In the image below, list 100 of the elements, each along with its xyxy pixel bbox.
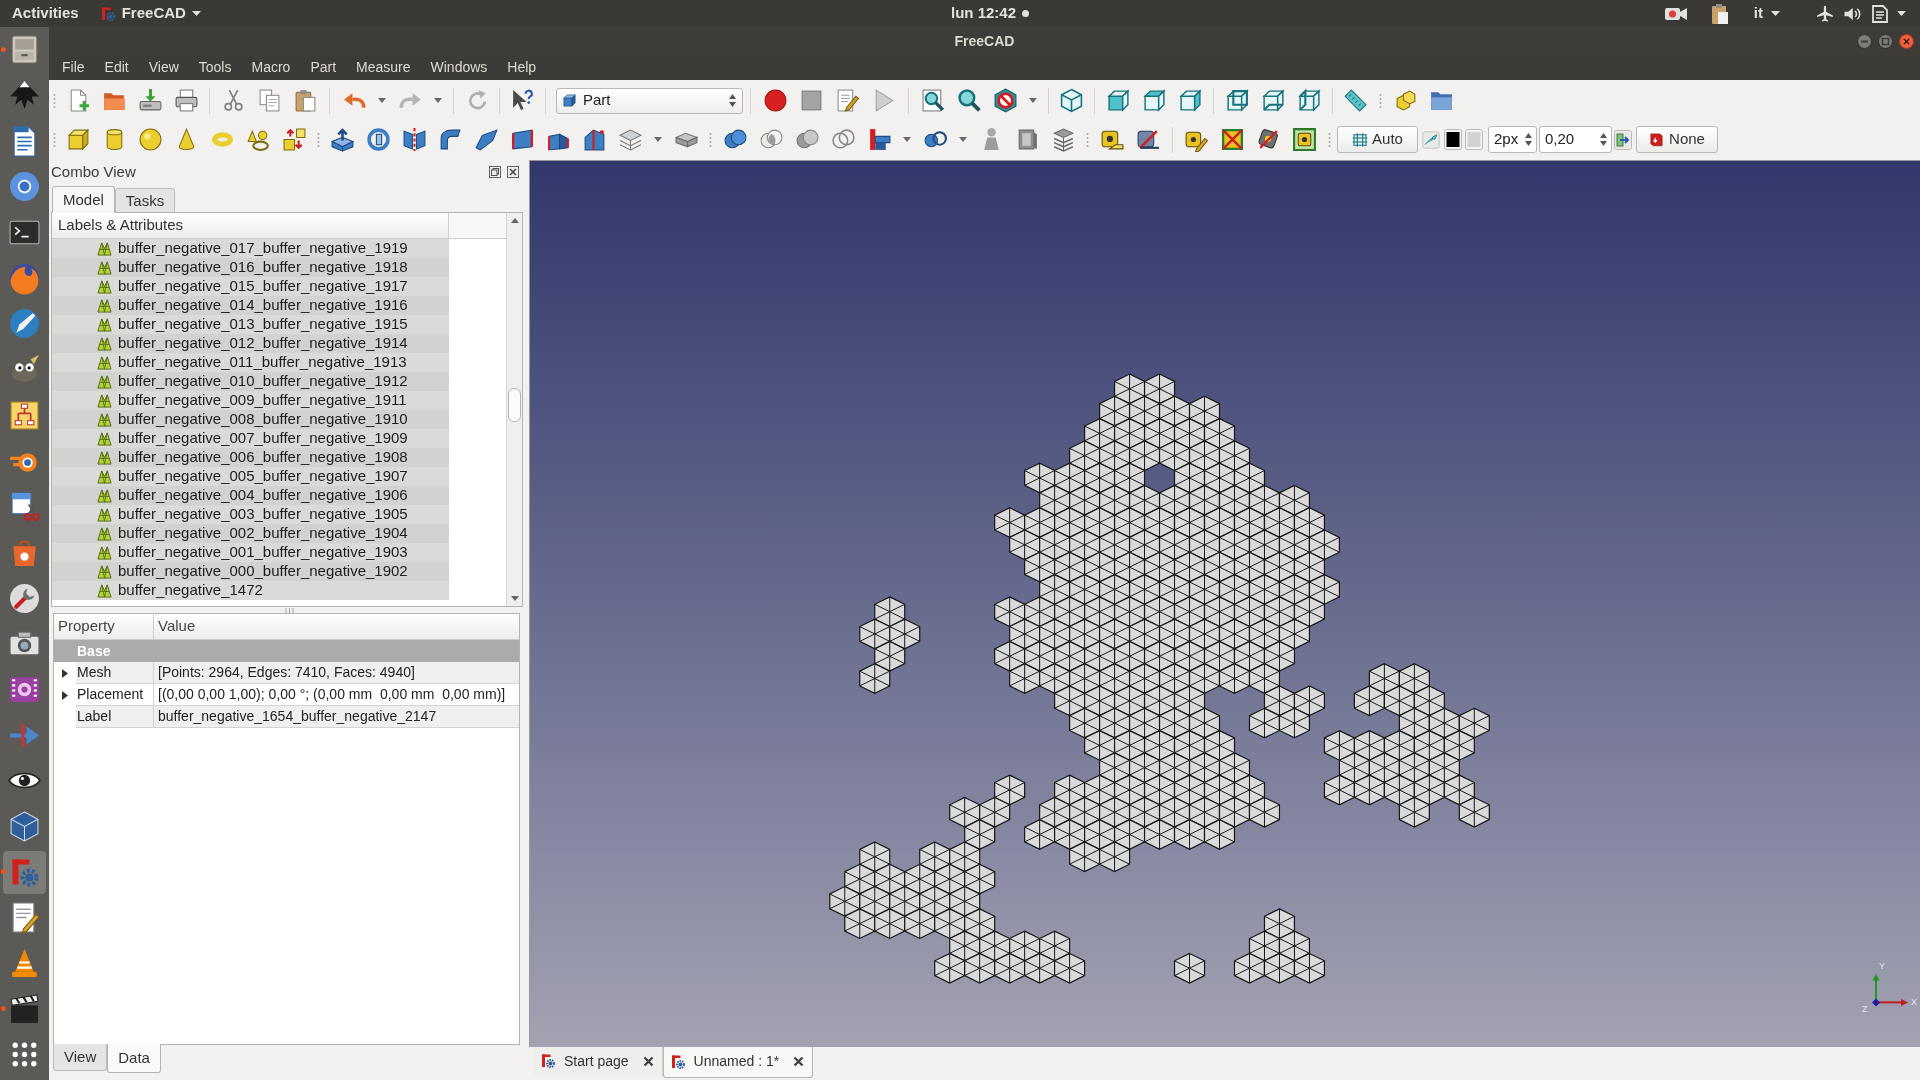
view-cube-icon[interactable] — [1105, 88, 1131, 113]
slanted-sheet-icon[interactable] — [473, 127, 499, 152]
caret-icon[interactable] — [378, 98, 386, 103]
tab[interactable]: View — [53, 1044, 108, 1071]
document-scissors-icon[interactable] — [8, 490, 41, 524]
maximize-icon[interactable] — [1878, 33, 1893, 49]
toolbar-grip[interactable] — [53, 93, 56, 108]
tree-item[interactable]: buffer_negative_000_buffer_negative_1902 — [52, 562, 449, 581]
close-icon[interactable] — [793, 1056, 805, 1067]
toolbar-grip[interactable] — [1086, 132, 1089, 147]
float-icon[interactable] — [489, 166, 501, 178]
caret-icon[interactable] — [191, 11, 201, 16]
spin-arrows-icon[interactable] — [1525, 133, 1532, 146]
menu-item[interactable]: Macro — [241, 57, 301, 78]
caret-icon[interactable] — [1771, 11, 1780, 16]
arrow-up-icon[interactable] — [510, 218, 519, 223]
arrow-down-icon[interactable] — [510, 596, 519, 601]
scrollbar-thumb[interactable] — [508, 388, 521, 422]
view-cube-icon[interactable] — [1224, 88, 1250, 113]
activities-button[interactable]: Activities — [12, 2, 79, 25]
caret-icon[interactable] — [654, 137, 662, 142]
minimize-icon[interactable] — [1857, 33, 1872, 49]
prohibited-sign-icon[interactable] — [992, 88, 1018, 113]
outlined-circles-icon[interactable] — [830, 127, 856, 152]
splitter-handle[interactable] — [284, 607, 294, 613]
menu-item[interactable]: Edit — [94, 57, 139, 78]
caret-icon[interactable] — [959, 137, 967, 142]
curved-sheet-icon[interactable] — [437, 127, 463, 152]
tree-item[interactable]: buffer_negative_011_buffer_negative_1913 — [52, 353, 449, 372]
tree-item[interactable]: buffer_negative_004_buffer_negative_1906 — [52, 486, 449, 505]
clipboard-icon[interactable] — [292, 88, 318, 113]
airplane-icon[interactable] — [1816, 4, 1834, 23]
globe-flame-icon[interactable] — [8, 261, 41, 295]
column-header[interactable]: Value — [154, 614, 519, 639]
caret-icon[interactable] — [903, 137, 911, 142]
view-cube-icon[interactable] — [1296, 88, 1322, 113]
property-value[interactable]: buffer_negative_1654_buffer_negative_2147 — [154, 706, 519, 728]
caret-icon[interactable] — [434, 98, 442, 103]
keyboard-layout-button[interactable]: it — [1753, 2, 1763, 25]
tree-item[interactable]: buffer_negative_009_buffer_negative_1911 — [52, 391, 449, 410]
toolbar-grip[interactable] — [1327, 132, 1331, 147]
sphere-icon[interactable] — [137, 127, 163, 152]
clapperboard-icon[interactable] — [8, 992, 41, 1026]
tree-item[interactable]: buffer_negative_010_buffer_negative_1912 — [52, 372, 449, 391]
tree-item[interactable]: buffer_negative_007_buffer_negative_1909 — [52, 429, 449, 448]
clock[interactable]: lun 12:42 — [951, 2, 1016, 25]
document-icon[interactable] — [1872, 4, 1888, 23]
tree-item[interactable]: buffer_negative_016_buffer_negative_1918 — [52, 258, 449, 277]
diagram-icon[interactable] — [8, 398, 41, 432]
app-menu[interactable]: FreeCAD — [99, 2, 201, 25]
notepad-pencil-icon[interactable] — [834, 88, 860, 113]
spin-arrows-icon[interactable] — [729, 94, 736, 107]
document-tab[interactable]: Unnamed : 1* — [662, 1046, 814, 1078]
view-cube-icon[interactable] — [1141, 88, 1167, 113]
mirror-icon[interactable] — [401, 127, 427, 152]
crossed-frame-icon[interactable] — [1219, 127, 1245, 152]
tree-item[interactable]: buffer_negative_015_buffer_negative_1917 — [52, 277, 449, 296]
toolbar-grip[interactable] — [1378, 93, 1382, 108]
tree-item[interactable]: buffer_negative_006_buffer_negative_1908 — [52, 448, 449, 467]
wrench-icon[interactable] — [8, 581, 41, 615]
tree-item[interactable]: buffer_negative_013_buffer_negative_1915 — [52, 315, 449, 334]
cube-icon[interactable] — [65, 127, 91, 152]
record-icon[interactable] — [762, 88, 788, 113]
tree-item[interactable]: buffer_negative_002_buffer_negative_1904 — [52, 524, 449, 543]
property-value[interactable]: [Points: 2964, Edges: 7410, Faces: 4940] — [154, 662, 519, 684]
caret-icon[interactable] — [1029, 98, 1037, 103]
drive-download-icon[interactable] — [137, 88, 163, 113]
cube-icon[interactable] — [8, 810, 41, 844]
cube-arrows-icon[interactable] — [281, 127, 307, 152]
tree-item[interactable]: buffer_negative_005_buffer_negative_1907 — [52, 467, 449, 486]
view-cube-icon[interactable] — [1260, 88, 1286, 113]
toolbar-grip[interactable] — [316, 132, 320, 147]
ruler-icon[interactable] — [1342, 88, 1368, 113]
menu-item[interactable]: File — [52, 57, 95, 78]
framed-tape-icon[interactable] — [1291, 127, 1317, 152]
caret-icon[interactable] — [1897, 11, 1906, 16]
tree-item[interactable]: buffer_negative_014_buffer_negative_1916 — [52, 296, 449, 315]
close-icon[interactable] — [1899, 33, 1914, 49]
stop-icon[interactable] — [798, 88, 824, 113]
page-magnifier-icon[interactable] — [920, 88, 946, 113]
plane-button[interactable]: None — [1636, 126, 1718, 153]
toolbar-grip[interactable] — [53, 132, 56, 147]
view-cube-icon[interactable] — [1177, 88, 1203, 113]
stack-icon[interactable] — [1050, 127, 1076, 152]
expand-arrow-icon[interactable] — [62, 690, 68, 700]
tree-item[interactable]: buffer_negative_003_buffer_negative_1905 — [52, 505, 449, 524]
wireframe-cube-icon[interactable] — [1058, 88, 1084, 113]
copy-icon[interactable] — [256, 88, 282, 113]
menu-item[interactable]: Measure — [346, 57, 421, 78]
tapered-shape-icon[interactable] — [581, 127, 607, 152]
tree-item[interactable]: buffer_negative_017_buffer_negative_1919 — [52, 239, 449, 258]
tab[interactable]: Model — [52, 186, 115, 213]
column-header[interactable]: Labels & Attributes — [52, 213, 449, 239]
pen-circle-icon[interactable] — [8, 307, 41, 341]
tree-item[interactable]: buffer_negative_001_buffer_negative_1903 — [52, 543, 449, 562]
printer-icon[interactable] — [173, 88, 199, 113]
column-header[interactable]: Property — [54, 614, 154, 639]
color-swatch-icon[interactable] — [1444, 129, 1462, 150]
ring-icon[interactable] — [8, 170, 41, 204]
spin-arrows-icon[interactable] — [1600, 133, 1607, 146]
